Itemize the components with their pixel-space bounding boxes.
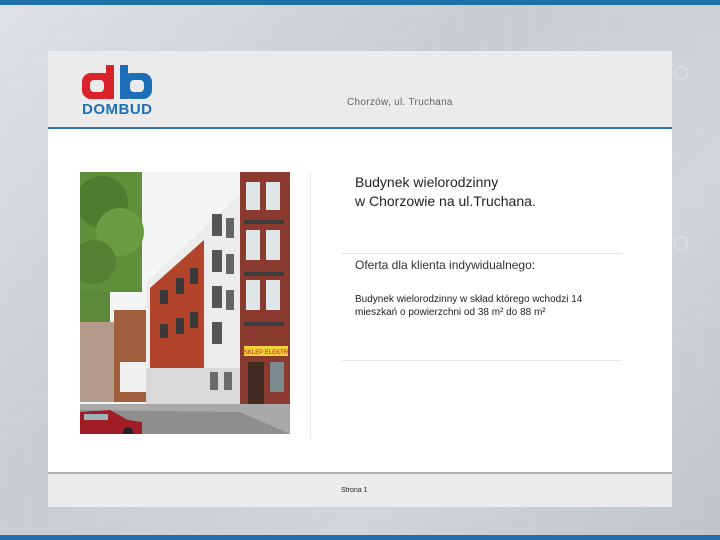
slide-header: DOMBUD Chorzów, ul. Truchana	[48, 51, 672, 127]
bottom-accent-stripe	[0, 535, 720, 540]
slide: DOMBUD Chorzów, ul. Truchana SKLEP ELEKT…	[48, 51, 672, 507]
decorative-circle	[674, 236, 688, 250]
decorative-circle	[674, 66, 688, 80]
building-photo: SKLEP ELEKTR	[80, 172, 290, 434]
logo-text: DOMBUD	[82, 101, 153, 118]
building-description: Budynek wielorodzinny w skład którego wc…	[355, 294, 583, 318]
divider-rule	[342, 253, 622, 254]
vertical-divider	[310, 172, 311, 438]
shop-sign-text: SKLEP ELEKTR	[244, 350, 289, 356]
offer-subtitle: Oferta dla klienta indywidualnego:	[355, 258, 536, 272]
header-divider	[48, 127, 672, 129]
top-accent-stripe	[0, 0, 720, 5]
header-address: Chorzów, ul. Truchana	[347, 97, 453, 108]
title-line-1: Budynek wielorodzinny	[355, 174, 499, 190]
page-number: Strona 1	[341, 487, 368, 494]
title-line-2: w Chorzowie na ul.Truchana.	[355, 193, 536, 209]
slide-title: Budynek wielorodzinny w Chorzowie na ul.…	[355, 173, 536, 211]
divider-rule	[342, 360, 622, 361]
